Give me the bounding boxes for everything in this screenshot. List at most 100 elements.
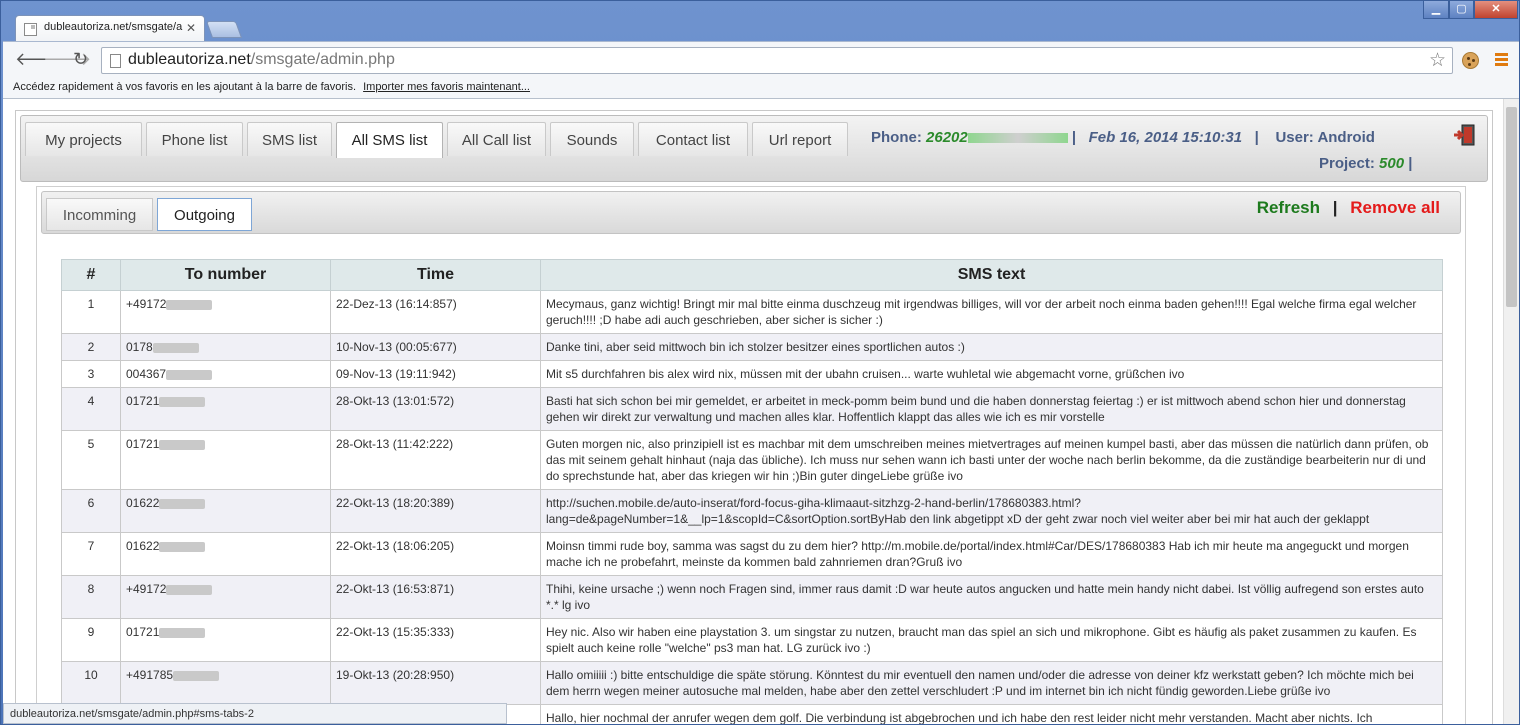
cell-number: 1 xyxy=(61,290,121,334)
maximize-button[interactable]: ▢ xyxy=(1449,1,1474,19)
remove-all-link[interactable]: Remove all xyxy=(1350,198,1440,217)
tab-phone-list[interactable]: Phone list xyxy=(146,122,243,156)
cell-sms-text-value: Hey nic. Also wir haben eine playstation… xyxy=(546,625,1417,655)
table-row: 1 +49172 22-Dez-13 (16:14:857) Mecymaus, ga… xyxy=(61,290,1443,334)
address-bar[interactable]: dubleautoriza.net/smsgate/admin.php ☆ xyxy=(101,47,1453,74)
browser-menu-icon[interactable] xyxy=(1495,53,1508,68)
cell-to-number: +491785 xyxy=(120,661,331,705)
cell-number: 3 xyxy=(61,360,121,388)
url-path: /smsgate/admin.php xyxy=(250,51,395,68)
cell-time: 09-Nov-13 (19:11:942) xyxy=(330,360,541,388)
cell-sms-text-value: Hallo omiiiii :) bitte entschuldige die … xyxy=(546,668,1414,698)
cell-sms-text-value: Mit s5 durchfahren bis alex wird nix, mü… xyxy=(546,367,1185,381)
cell-to-number-value: 01721 xyxy=(126,437,160,451)
cell-to-number: 01721 xyxy=(120,387,331,431)
cell-number-value: 6 xyxy=(87,496,95,510)
page-viewport: My projects Phone list SMS list All SMS … xyxy=(3,99,1503,724)
table-row: 9 01721 22-Okt-13 (15:35:333) Hey nic. Also… xyxy=(61,618,1443,662)
logout-icon[interactable] xyxy=(1453,124,1475,146)
cell-time-value: 22-Okt-13 (15:35:333) xyxy=(336,625,455,639)
project-line: Project: 500 | xyxy=(1319,155,1412,172)
tab-sms-list[interactable]: SMS list xyxy=(247,122,332,156)
page-scrollbar[interactable] xyxy=(1503,99,1519,724)
bookmarks-hint: Accédez rapidement à vos favoris en les … xyxy=(13,81,357,93)
close-window-button[interactable]: ✕ xyxy=(1474,1,1518,19)
page-icon xyxy=(110,54,121,68)
cell-sms-text-value: Moinsn timmi rude boy, samma was sagst d… xyxy=(546,539,1409,569)
cookie-extension-icon[interactable] xyxy=(1462,52,1479,69)
cell-time-value: 19-Okt-13 (20:28:950) xyxy=(336,668,455,682)
admin-app: My projects Phone list SMS list All SMS … xyxy=(15,110,1493,724)
cell-number: 9 xyxy=(61,618,121,662)
cell-sms-text: Mecymaus, ganz wichtig! Bringt mir mal b… xyxy=(540,290,1443,334)
cell-number-value: 10 xyxy=(84,668,98,682)
status-line: Phone: 26202 | Feb 16, 2014 15:10:31 | U… xyxy=(871,129,1375,146)
cell-to-number-value: 01622 xyxy=(126,496,160,510)
redacted-number xyxy=(152,342,199,353)
redacted-number xyxy=(159,439,206,450)
link-status-bar: dubleautoriza.net/smsgate/admin.php#sms-… xyxy=(3,703,507,724)
cell-number: 4 xyxy=(61,387,121,431)
cell-number-value: 8 xyxy=(87,582,95,596)
cell-time-value: 22-Okt-13 (16:53:871) xyxy=(336,582,455,596)
cell-sms-text: Hallo omiiiii :) bitte entschuldige die … xyxy=(540,661,1443,705)
tab-strip: dubleautoriza.net/smsgate/a ✕ ▁ ▢ ✕ xyxy=(1,1,1520,42)
cell-to-number: +49172 xyxy=(120,575,331,619)
cell-number-value: 4 xyxy=(87,394,95,408)
tab-all-sms-list[interactable]: All SMS list xyxy=(336,122,443,158)
tab-all-call-list[interactable]: All Call list xyxy=(447,122,546,156)
redacted-number xyxy=(166,299,213,310)
current-date: Feb 16, 2014 15:10:31 xyxy=(1088,129,1243,146)
cell-time-value: 22-Okt-13 (18:20:389) xyxy=(336,496,455,510)
reload-icon[interactable]: ↻ xyxy=(73,50,88,68)
tab-contact-list[interactable]: Contact list xyxy=(638,122,748,156)
sms-table-body: 1 +49172 22-Dez-13 (16:14:857) Mecymaus, ga… xyxy=(61,290,1443,724)
bookmark-star-icon[interactable]: ☆ xyxy=(1429,49,1446,72)
cell-time: 10-Nov-13 (00:05:677) xyxy=(330,333,541,361)
browser-tab[interactable]: dubleautoriza.net/smsgate/a ✕ xyxy=(15,15,205,42)
tab-outgoing[interactable]: Outgoing xyxy=(157,198,252,231)
table-row: 3 004367 09-Nov-13 (19:11:942) Mit s5 durch… xyxy=(61,360,1443,388)
cell-number-value: 9 xyxy=(87,625,95,639)
table-row: 2 0178 10-Nov-13 (00:05:677) Danke tini, ab… xyxy=(61,333,1443,361)
tab-incomming[interactable]: Incomming xyxy=(46,198,153,231)
cell-to-number-value: +49172 xyxy=(126,582,167,596)
cell-to-number-value: 01622 xyxy=(126,539,160,553)
cell-time: 19-Okt-13 (20:28:950) xyxy=(330,661,541,705)
cell-to-number-value: 01721 xyxy=(126,625,160,639)
cell-to-number-value: 01721 xyxy=(126,394,160,408)
cell-number-value: 3 xyxy=(87,367,95,381)
minimize-button[interactable]: ▁ xyxy=(1423,1,1449,19)
import-bookmarks-link[interactable]: Importer mes favoris maintenant... xyxy=(363,81,530,93)
new-tab-button[interactable] xyxy=(205,21,243,38)
cell-sms-text: Basti hat sich schon bei mir gemeldet, e… xyxy=(540,387,1443,431)
separator: | xyxy=(1408,155,1413,172)
separator: | xyxy=(1332,198,1338,217)
cell-sms-text: http://suchen.mobile.de/auto-inserat/for… xyxy=(540,489,1443,533)
cell-number: 10 xyxy=(61,661,121,705)
separator: | xyxy=(1071,129,1077,146)
redacted-phone xyxy=(967,133,1068,144)
cell-to-number: 01622 xyxy=(120,532,331,576)
cell-time: 22-Okt-13 (16:53:871) xyxy=(330,575,541,619)
cell-to-number: 01721 xyxy=(120,618,331,662)
cell-number: 8 xyxy=(61,575,121,619)
cell-number-value: 5 xyxy=(87,437,95,451)
tab-my-projects[interactable]: My projects xyxy=(25,122,142,156)
redacted-number xyxy=(166,584,213,595)
redacted-number xyxy=(159,498,206,509)
tab-sounds[interactable]: Sounds xyxy=(550,122,634,156)
scrollbar-thumb[interactable] xyxy=(1506,107,1517,307)
redacted-number xyxy=(173,670,220,681)
cell-to-number-value: +491785 xyxy=(126,668,174,682)
close-tab-icon[interactable]: ✕ xyxy=(186,21,196,35)
cell-to-number-value: 0178 xyxy=(126,340,153,354)
tab-url-report[interactable]: Url report xyxy=(752,122,848,156)
cell-to-number-value: 004367 xyxy=(126,367,167,381)
refresh-link[interactable]: Refresh xyxy=(1257,198,1320,217)
cell-time: 22-Dez-13 (16:14:857) xyxy=(330,290,541,334)
column-header-number: # xyxy=(61,259,121,291)
user-label: User: xyxy=(1275,129,1314,146)
page-favicon-icon xyxy=(24,23,37,36)
cell-to-number: 01721 xyxy=(120,430,331,490)
